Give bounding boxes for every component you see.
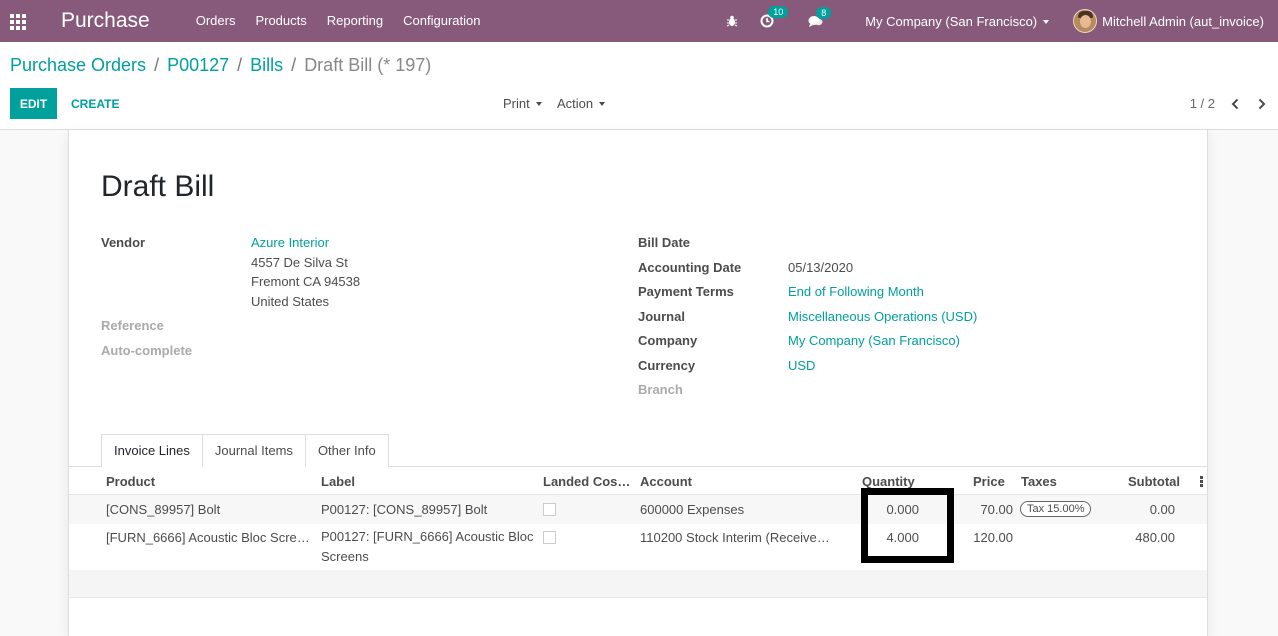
breadcrumb-order[interactable]: P00127 (167, 55, 229, 76)
branch-label: Branch (638, 382, 683, 397)
col-landed-costs[interactable]: Landed Cos… (543, 474, 630, 489)
row1-label[interactable]: P00127: [CONS_89957] Bolt (321, 502, 533, 517)
pager-previous-icon[interactable] (1225, 88, 1245, 119)
tab-other-info[interactable]: Other Info (304, 434, 389, 467)
user-name: Mitchell Admin (aut_invoice) (1102, 13, 1264, 29)
accounting-date-label: Accounting Date (638, 260, 742, 275)
notebook-tabs: Invoice Lines Journal Items Other Info (101, 434, 389, 467)
col-product[interactable]: Product (106, 474, 155, 489)
caret-down-icon (535, 101, 542, 106)
pager-value[interactable]: 1 / 2 (1190, 88, 1215, 119)
currency-label: Currency (638, 358, 696, 373)
table-footer (69, 570, 1207, 598)
app-brand: Purchase (61, 9, 150, 32)
company-label: Company (638, 333, 698, 348)
page-title: Draft Bill (101, 170, 215, 203)
breadcrumb-current: Draft Bill (* 197) (304, 55, 432, 75)
tab-journal-items[interactable]: Journal Items (201, 434, 306, 467)
vendor-link[interactable]: Azure Interior (251, 235, 329, 250)
row2-subtotal: 480.00 (1135, 530, 1175, 545)
print-label: Print (503, 96, 530, 111)
vendor-address-city: Fremont CA 94538 (251, 274, 361, 289)
debug-bug-icon[interactable] (726, 15, 738, 27)
systray: 10 8 My Company (San Francisco) Mitchell… (726, 0, 1278, 42)
accounting-date-value[interactable]: 05/13/2020 (788, 260, 853, 275)
form-sheet: Draft Bill Vendor Azure Interior 4557 De… (68, 130, 1208, 636)
payment-terms-link[interactable]: End of Following Month (788, 284, 924, 299)
vendor-label: Vendor (101, 235, 146, 250)
print-dropdown[interactable]: Print (503, 88, 542, 119)
menu-reporting[interactable]: Reporting (317, 0, 393, 42)
menu-products[interactable]: Products (245, 0, 316, 42)
company-switcher[interactable]: My Company (San Francisco) (865, 13, 1050, 29)
row1-subtotal: 0.00 (1149, 502, 1175, 517)
main-menu: Orders Products Reporting Configuration (186, 0, 491, 42)
row2-label[interactable]: P00127: [FURN_6666] Acoustic Bloc Screen… (321, 527, 536, 567)
vendor-address-country: United States (251, 294, 330, 309)
col-subtotal[interactable]: Subtotal (1128, 474, 1180, 489)
col-label[interactable]: Label (321, 474, 355, 489)
payment-terms-label: Payment Terms (638, 284, 734, 299)
breadcrumb-bills[interactable]: Bills (250, 55, 283, 76)
currency-link[interactable]: USD (788, 358, 815, 373)
row2-landed-costs-checkbox[interactable] (543, 531, 556, 544)
control-panel: Purchase Orders / P00127 / Bills / Draft… (0, 42, 1278, 130)
journal-label: Journal (638, 309, 685, 324)
create-button[interactable]: CREATE (63, 88, 127, 119)
bill-date-label: Bill Date (638, 235, 691, 250)
edit-button[interactable]: EDIT (10, 88, 57, 119)
row1-price[interactable]: 70.00 (959, 502, 1013, 517)
breadcrumb-purchase-orders[interactable]: Purchase Orders (10, 55, 146, 76)
quantity-highlight-box (861, 488, 954, 563)
menu-orders[interactable]: Orders (186, 0, 246, 42)
company-name: My Company (San Francisco) (865, 13, 1038, 29)
company-link[interactable]: My Company (San Francisco) (788, 333, 960, 348)
col-price[interactable]: Price (973, 474, 1005, 489)
col-account[interactable]: Account (640, 474, 692, 489)
vendor-address-street: 4557 De Silva St (251, 255, 348, 270)
row2-product[interactable]: [FURN_6666] Acoustic Bloc Scree… (106, 530, 311, 545)
avatar (1073, 9, 1098, 33)
user-menu[interactable]: Mitchell Admin (aut_invoice) (1073, 9, 1264, 33)
breadcrumb: Purchase Orders / P00127 / Bills / Draft… (10, 55, 432, 76)
reference-label: Reference (101, 318, 164, 333)
apps-menu-icon[interactable] (10, 14, 28, 30)
action-dropdown[interactable]: Action (557, 88, 606, 119)
col-taxes[interactable]: Taxes (1021, 474, 1057, 489)
action-label: Action (557, 96, 594, 111)
activity-clock-icon[interactable]: 10 (760, 6, 789, 28)
row2-account[interactable]: 110200 Stock Interim (Receive… (640, 530, 830, 545)
pager-next-icon[interactable] (1252, 88, 1272, 119)
activity-count-badge: 10 (768, 6, 789, 18)
row1-tax-tag[interactable]: Tax 15.00% (1020, 501, 1092, 517)
column-options-icon[interactable] (1200, 476, 1203, 488)
col-quantity[interactable]: Quantity (862, 474, 915, 489)
messages-chat-icon[interactable]: 8 (808, 6, 832, 28)
journal-link[interactable]: Miscellaneous Operations (USD) (788, 309, 977, 324)
menu-configuration[interactable]: Configuration (393, 0, 490, 42)
row1-account[interactable]: 600000 Expenses (640, 502, 830, 517)
autocomplete-label: Auto-complete (101, 343, 192, 358)
row1-product[interactable]: [CONS_89957] Bolt (106, 502, 311, 517)
top-navbar: Purchase Orders Products Reporting Confi… (0, 0, 1278, 42)
caret-down-icon (1043, 20, 1050, 25)
row1-landed-costs-checkbox[interactable] (543, 503, 556, 516)
tab-invoice-lines[interactable]: Invoice Lines (101, 434, 203, 467)
message-count-badge: 8 (816, 6, 832, 19)
caret-down-icon (599, 101, 606, 106)
